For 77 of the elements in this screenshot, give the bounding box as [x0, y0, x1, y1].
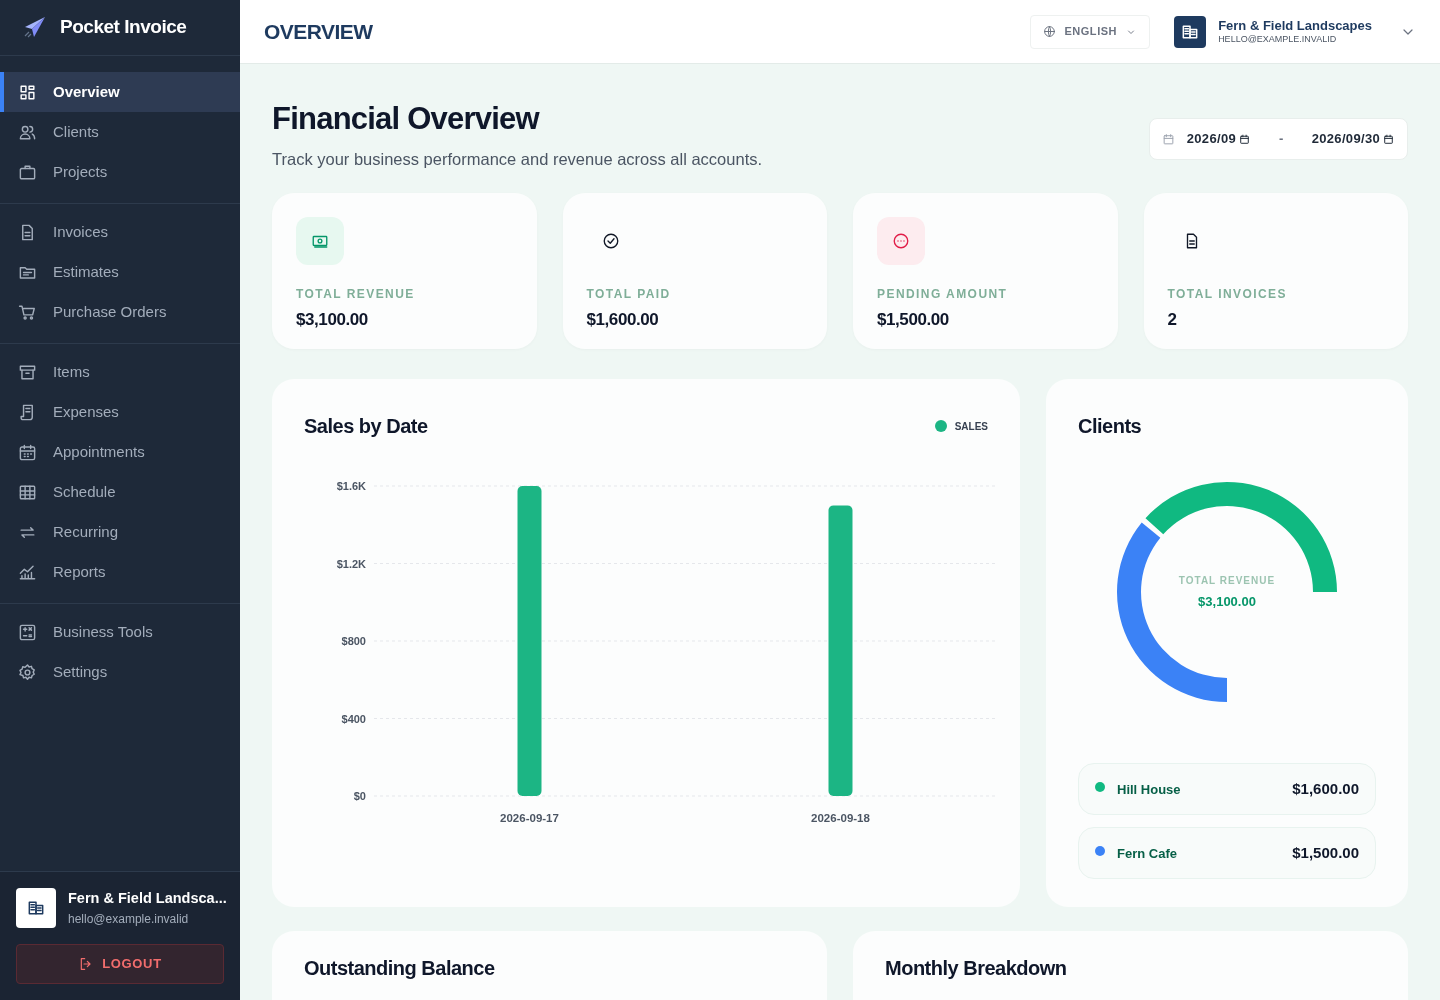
account-menu[interactable]: Fern & Field Landscapes HELLO@EXAMPLE.INVALID: [1174, 15, 1416, 48]
client-name: Hill House: [1117, 780, 1182, 799]
calendar-icon: [1382, 132, 1395, 146]
calendar-icon: [18, 442, 37, 462]
sidebar-item[interactable]: Expenses: [0, 392, 240, 432]
date-separator: -: [1278, 130, 1285, 149]
calculator-icon: [18, 622, 37, 642]
sales-bar[interactable]: [517, 486, 542, 797]
client-name: Fern Cafe: [1117, 844, 1178, 863]
stat-value: $1,500.00: [877, 309, 950, 332]
account-email: hello@example.invalid: [68, 910, 190, 928]
sidebar-item[interactable]: Settings: [0, 652, 240, 692]
sidebar-item[interactable]: Projects: [0, 152, 240, 192]
sidebar-item[interactable]: Overview: [0, 72, 240, 112]
sidebar-item[interactable]: Clients: [0, 112, 240, 152]
legend-label: SALES: [954, 419, 988, 434]
sidebar-item[interactable]: Estimates: [0, 252, 240, 292]
date-text: 2026/09/30: [1311, 130, 1380, 149]
date-text: 2026/09: [1186, 130, 1236, 149]
logout-button[interactable]: LOGOUT: [16, 944, 224, 984]
stat-label: PENDING AMOUNT: [877, 286, 1009, 304]
account-name: Fern & Field Landscapes: [1218, 17, 1372, 34]
briefcase-icon: [18, 162, 37, 182]
sidebar-item[interactable]: Business Tools: [0, 612, 240, 652]
grid-icon: [18, 82, 37, 102]
sidebar-item[interactable]: Recurring: [0, 512, 240, 552]
stat-label: TOTAL INVOICES: [1167, 286, 1288, 304]
sidebar-item[interactable]: Items: [0, 352, 240, 392]
more-circle-icon: [892, 232, 910, 251]
axis-label: 2026-09-18: [811, 812, 870, 825]
axis-label: $0: [353, 790, 366, 803]
sidebar-item[interactable]: Reports: [0, 552, 240, 592]
language-dropdown[interactable]: ENGLISH: [1030, 14, 1151, 49]
card-title: Sales by Date: [304, 414, 428, 440]
gear-icon: [18, 662, 37, 682]
card-title: Clients: [1078, 414, 1143, 440]
donut-slice[interactable]: [1145, 482, 1337, 593]
stat-value: $3,100.00: [296, 309, 369, 332]
page-title: Financial Overview: [272, 100, 541, 138]
axis-label: $1.2K: [336, 557, 366, 570]
donut-center-label: TOTAL REVENUE: [1178, 574, 1276, 588]
globe-icon: [1043, 25, 1057, 38]
account-email: HELLO@EXAMPLE.INVALID: [1218, 34, 1338, 46]
archive-icon: [18, 362, 37, 382]
card-title: Monthly Breakdown: [885, 956, 1068, 982]
card-title: Outstanding Balance: [304, 956, 496, 982]
app-name: Pocket Invoice: [60, 15, 187, 40]
date-from-field[interactable]: 2026/09: [1186, 129, 1251, 149]
date-to-field[interactable]: 2026/09/30: [1311, 129, 1395, 149]
axis-label: $400: [341, 712, 366, 725]
client-amount: $1,600.00: [1292, 779, 1359, 799]
page-subtitle: Track your business performance and revenue across all accounts.: [272, 148, 764, 170]
client-row[interactable]: Hill House $1,600.00: [1078, 763, 1376, 816]
client-amount: $1,500.00: [1292, 843, 1359, 863]
axis-label: $1.6K: [336, 480, 366, 493]
sidebar-item[interactable]: Invoices: [0, 212, 240, 252]
axis-label: $800: [341, 635, 366, 648]
page-heading: OVERVIEW: [264, 18, 373, 45]
calendar-icon: [1161, 132, 1175, 146]
stat-value: $1,600.00: [586, 309, 660, 332]
client-row[interactable]: Fern Cafe $1,500.00: [1078, 827, 1376, 880]
calendar-icon: [1238, 132, 1251, 146]
sales-bar[interactable]: [828, 505, 853, 797]
axis-label: 2026-09-17: [500, 812, 559, 825]
donut-center-value: $3,100.00: [1198, 593, 1256, 611]
stat-label: TOTAL PAID: [586, 286, 672, 304]
sidebar-item[interactable]: Purchase Orders: [0, 292, 240, 332]
stat-value: 2: [1167, 309, 1178, 332]
sidebar-item[interactable]: Schedule: [0, 472, 240, 512]
table-icon: [18, 482, 37, 502]
check-circle-icon: [601, 232, 620, 251]
stat-label: TOTAL REVENUE: [296, 286, 416, 304]
date-range-picker[interactable]: 2026/09 - 2026/09/30: [1148, 118, 1408, 160]
account-name: Fern & Field Landsca...: [68, 889, 224, 909]
cart-icon: [18, 302, 37, 322]
sidebar-item[interactable]: Appointments: [0, 432, 240, 472]
building-icon: [26, 898, 46, 918]
